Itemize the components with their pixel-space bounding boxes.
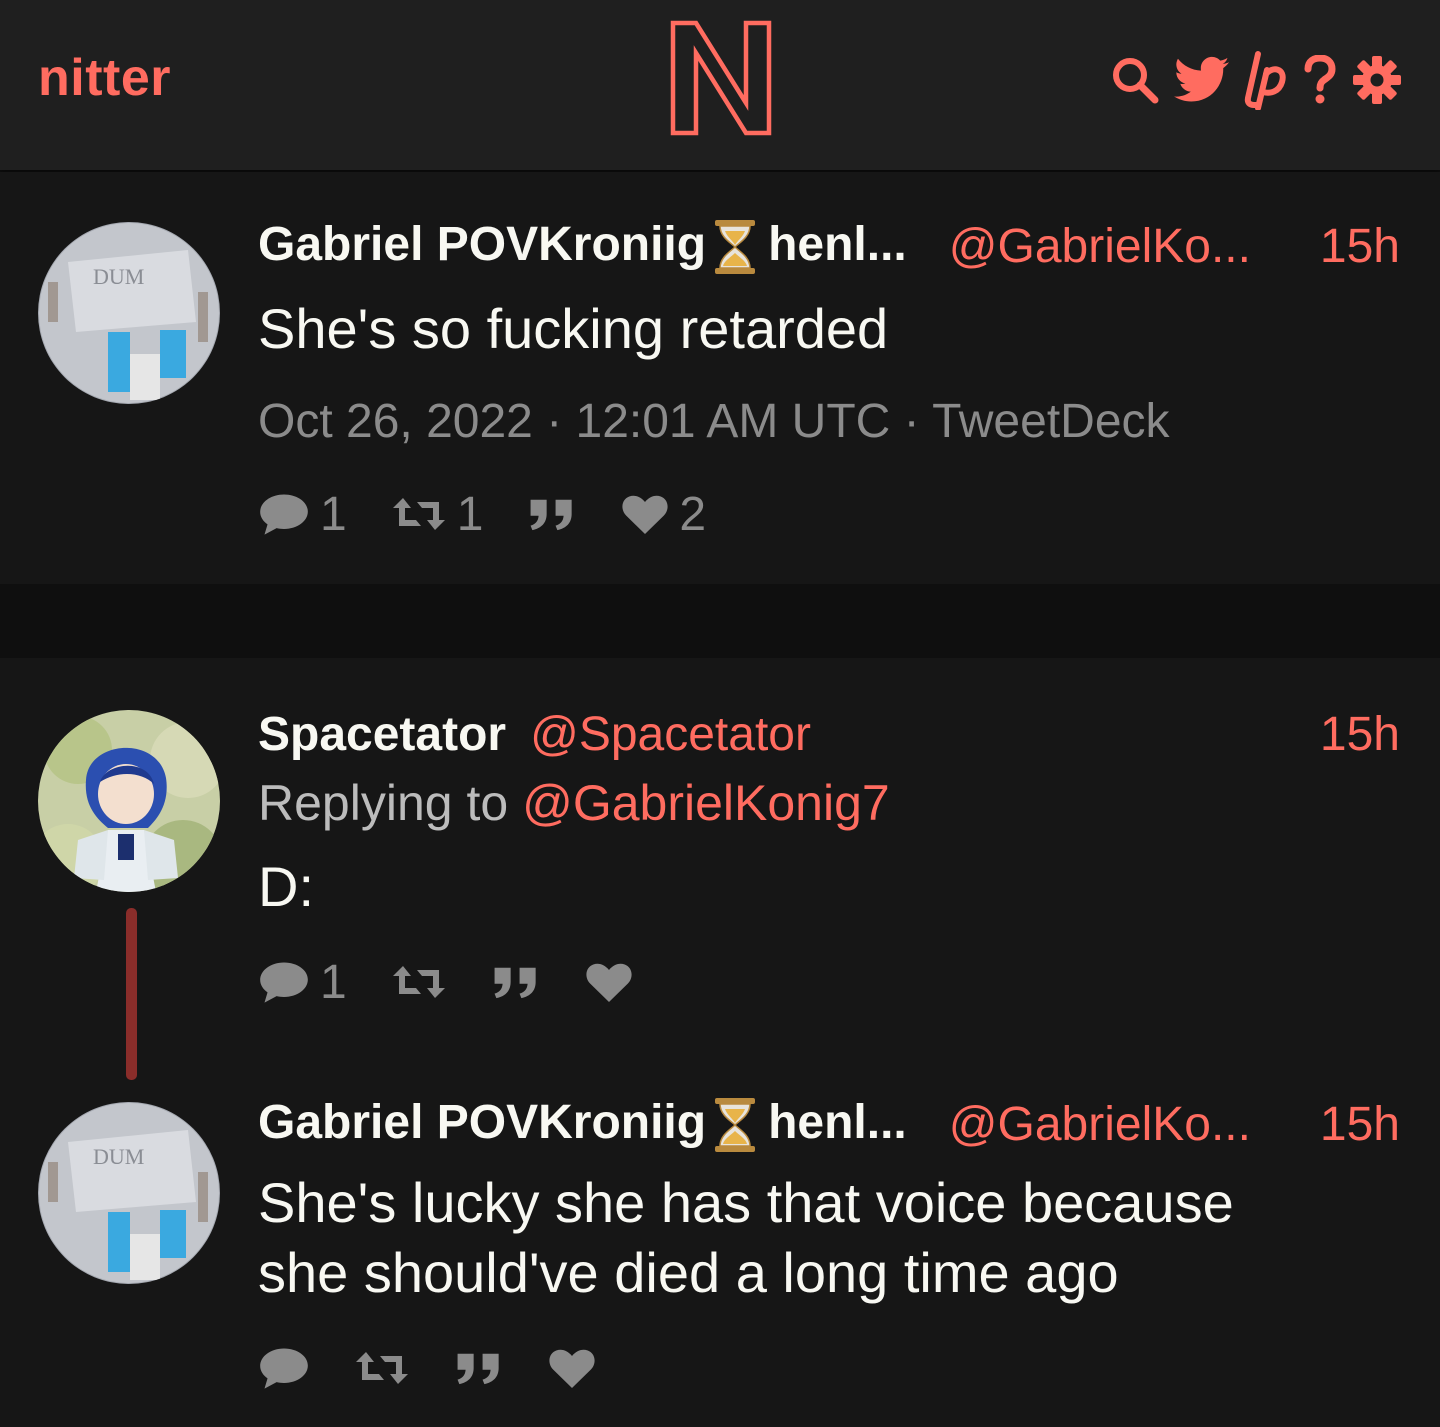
thread-line [126,908,137,1080]
retweet-icon [391,494,447,534]
reply-stat[interactable] [258,1346,310,1390]
liberapay-icon[interactable] [1244,50,1288,110]
username[interactable]: @Spacetator [530,707,811,762]
quote-icon [454,1350,504,1386]
replying-handle[interactable]: @GabrielKonig7 [522,775,890,831]
avatar[interactable] [38,222,220,404]
tweet-stats: 1 [258,954,677,1010]
like-stat[interactable] [585,960,633,1004]
username[interactable]: @GabrielKo... [949,219,1251,274]
tweet-date[interactable]: 15h [1320,1097,1400,1152]
fullname[interactable]: Gabriel POVKroniig henl... [258,1095,907,1153]
quote-stat[interactable] [491,964,541,1000]
help-icon[interactable] [1302,55,1338,105]
tweet-header: Spacetator @Spacetator 15h [258,704,1400,764]
hourglass-icon [712,219,758,275]
fullname-suffix: henl... [768,217,907,271]
like-stat[interactable]: 2 [621,487,706,542]
username[interactable]: @GabrielKo... [949,1097,1251,1152]
fullname-suffix: henl... [768,1095,907,1149]
reply-count: 1 [320,487,347,541]
retweet-count: 1 [456,487,484,541]
replying-label: Replying to [258,775,509,831]
reply-thread: Spacetator @Spacetator 15h Replying to @… [0,658,1440,1427]
retweet-stat[interactable]: 1 [391,487,484,542]
retweet-icon [391,962,447,1002]
heart-icon [585,960,633,1004]
tweet-header: Gabriel POVKroniig henl... @GabrielKo... … [258,216,1400,276]
navbar: nitter [0,0,1440,170]
fullname-prefix: Gabriel POVKroniig [258,1095,707,1149]
comment-icon [258,1346,310,1390]
quote-icon [491,964,541,1000]
tweet-date[interactable]: 15h [1320,219,1400,274]
fullname-prefix: Gabriel POVKroniig [258,217,707,271]
reply-count: 1 [320,955,347,1009]
retweet-icon [354,1348,410,1388]
hourglass-icon [712,1097,758,1153]
nitter-logo-icon[interactable] [668,18,774,138]
tweet-stats [258,1340,640,1396]
quote-stat[interactable] [454,1350,504,1386]
brand-link[interactable]: nitter [38,48,171,108]
main-tweet: Gabriel POVKroniig henl... @GabrielKo... … [0,172,1440,584]
replying-to: Replying to @GabrielKonig7 [258,774,890,832]
search-icon[interactable] [1110,55,1160,105]
retweet-stat[interactable] [354,1348,410,1388]
like-stat[interactable] [548,1346,596,1390]
tweet-content: D: [258,855,314,918]
retweet-stat[interactable] [391,962,447,1002]
avatar[interactable] [38,1102,220,1284]
nav-icons [1110,50,1402,110]
fullname[interactable]: Gabriel POVKroniig henl... [258,217,907,275]
like-count: 2 [679,487,707,541]
tweet-stats: 1 1 2 [258,486,750,542]
tweet-published: Oct 26, 2022 · 12:01 AM UTC · TweetDeck [258,395,1170,448]
twitter-bird-icon[interactable] [1174,56,1230,104]
reply-stat[interactable]: 1 [258,487,347,542]
tweet-content: She's so fucking retarded [258,297,889,360]
heart-icon [548,1346,596,1390]
heart-icon [621,492,669,536]
tweet-header: Gabriel POVKroniig henl... @GabrielKo... … [258,1094,1400,1154]
quote-icon [527,496,577,532]
quote-stat[interactable] [527,496,577,532]
tweet-date[interactable]: 15h [1320,707,1400,762]
reply-stat[interactable]: 1 [258,955,347,1010]
comment-icon [258,960,310,1004]
fullname[interactable]: Spacetator [258,707,506,762]
avatar[interactable] [38,710,220,892]
comment-icon [258,492,310,536]
gear-icon[interactable] [1352,55,1402,105]
tweet-content: She's lucky she has that voice because s… [258,1171,1234,1304]
